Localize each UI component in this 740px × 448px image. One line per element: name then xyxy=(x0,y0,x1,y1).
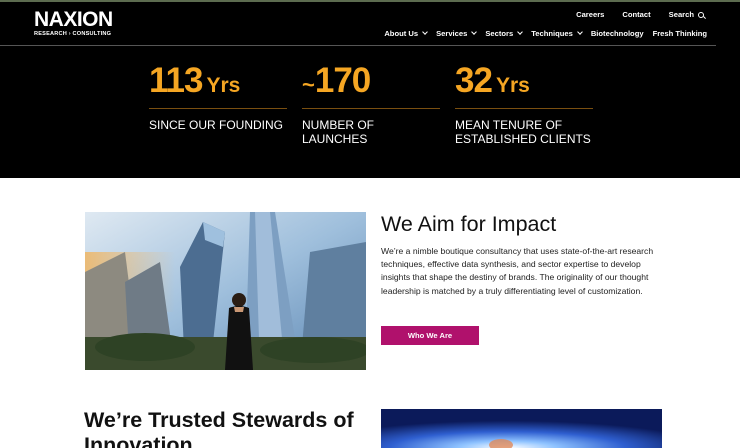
stat-founding: 113 Yrs SINCE OUR FOUNDING xyxy=(149,62,287,132)
stat-launches: ~ 170 NUMBER OF LAUNCHES xyxy=(302,62,440,146)
nav-biotechnology[interactable]: Biotechnology xyxy=(591,29,644,38)
stat-unit: Yrs xyxy=(206,74,241,97)
who-we-are-button[interactable]: Who We Are xyxy=(381,326,479,345)
nav-fresh-thinking[interactable]: Fresh Thinking xyxy=(653,29,707,38)
stat-unit: Yrs xyxy=(495,74,530,97)
nav-label: Techniques xyxy=(531,29,573,38)
utility-nav: Careers Contact Search xyxy=(576,10,704,19)
chevron-down-icon xyxy=(576,29,583,35)
nav-divider xyxy=(0,45,716,46)
nav-label: Biotechnology xyxy=(590,29,644,38)
nav-label: Services xyxy=(436,29,468,38)
stat-tenure: 32 Yrs MEAN TENURE OF ESTABLISHED CLIENT… xyxy=(455,62,593,146)
stat-label: SINCE OUR FOUNDING xyxy=(149,118,284,132)
stat-label: MEAN TENURE OF ESTABLISHED CLIENTS xyxy=(455,118,591,146)
logo-tagline: RESEARCH › CONSULTING xyxy=(34,31,112,37)
impact-body-text: We’re a nimble boutique consultancy that… xyxy=(381,246,654,296)
innovation-photo xyxy=(381,409,662,448)
nav-techniques[interactable]: Techniques xyxy=(531,29,583,38)
search-icon xyxy=(698,11,704,18)
stat-number: 170 xyxy=(314,61,371,100)
stat-divider xyxy=(302,108,440,109)
stat-label: NUMBER OF LAUNCHES xyxy=(302,118,374,146)
site-logo[interactable]: NAXION RESEARCH › CONSULTING xyxy=(34,9,113,37)
skyscraper-photo xyxy=(85,212,366,370)
impact-heading: We Aim for Impact xyxy=(381,212,557,236)
stat-divider xyxy=(149,108,287,109)
chevron-down-icon xyxy=(517,29,524,35)
logo-wordmark: NAXION xyxy=(34,8,113,31)
nav-label: About Us xyxy=(384,29,419,38)
stat-value: 32 Yrs xyxy=(455,62,593,100)
nav-sectors[interactable]: Sectors xyxy=(485,29,524,38)
nav-services[interactable]: Services xyxy=(436,29,478,38)
nav-label: Sectors xyxy=(485,29,514,38)
main-nav: About Us Services Sectors Techniques Bio… xyxy=(384,29,707,38)
stat-number: 32 xyxy=(455,61,493,100)
skyscraper-illustration xyxy=(85,212,366,370)
search-link[interactable]: Search xyxy=(669,10,704,19)
stat-divider xyxy=(455,108,593,109)
innovation-illustration xyxy=(381,409,662,448)
nav-about-us[interactable]: About Us xyxy=(384,29,428,38)
stat-value: ~ 170 xyxy=(302,62,440,100)
stat-value: 113 Yrs xyxy=(149,62,287,100)
stewards-heading: We’re Trusted Stewards of Innovation xyxy=(84,408,354,448)
stat-prefix: ~ xyxy=(302,72,315,97)
search-link-label: Search xyxy=(668,10,694,19)
careers-link[interactable]: Careers xyxy=(576,10,604,19)
nav-label: Fresh Thinking xyxy=(652,29,707,38)
hero-section: NAXION RESEARCH › CONSULTING Careers Con… xyxy=(0,0,740,178)
top-accent-line xyxy=(0,0,740,2)
contact-link[interactable]: Contact xyxy=(622,10,650,19)
chevron-down-icon xyxy=(471,29,478,35)
stat-number: 113 xyxy=(149,61,203,100)
chevron-down-icon xyxy=(422,29,428,35)
